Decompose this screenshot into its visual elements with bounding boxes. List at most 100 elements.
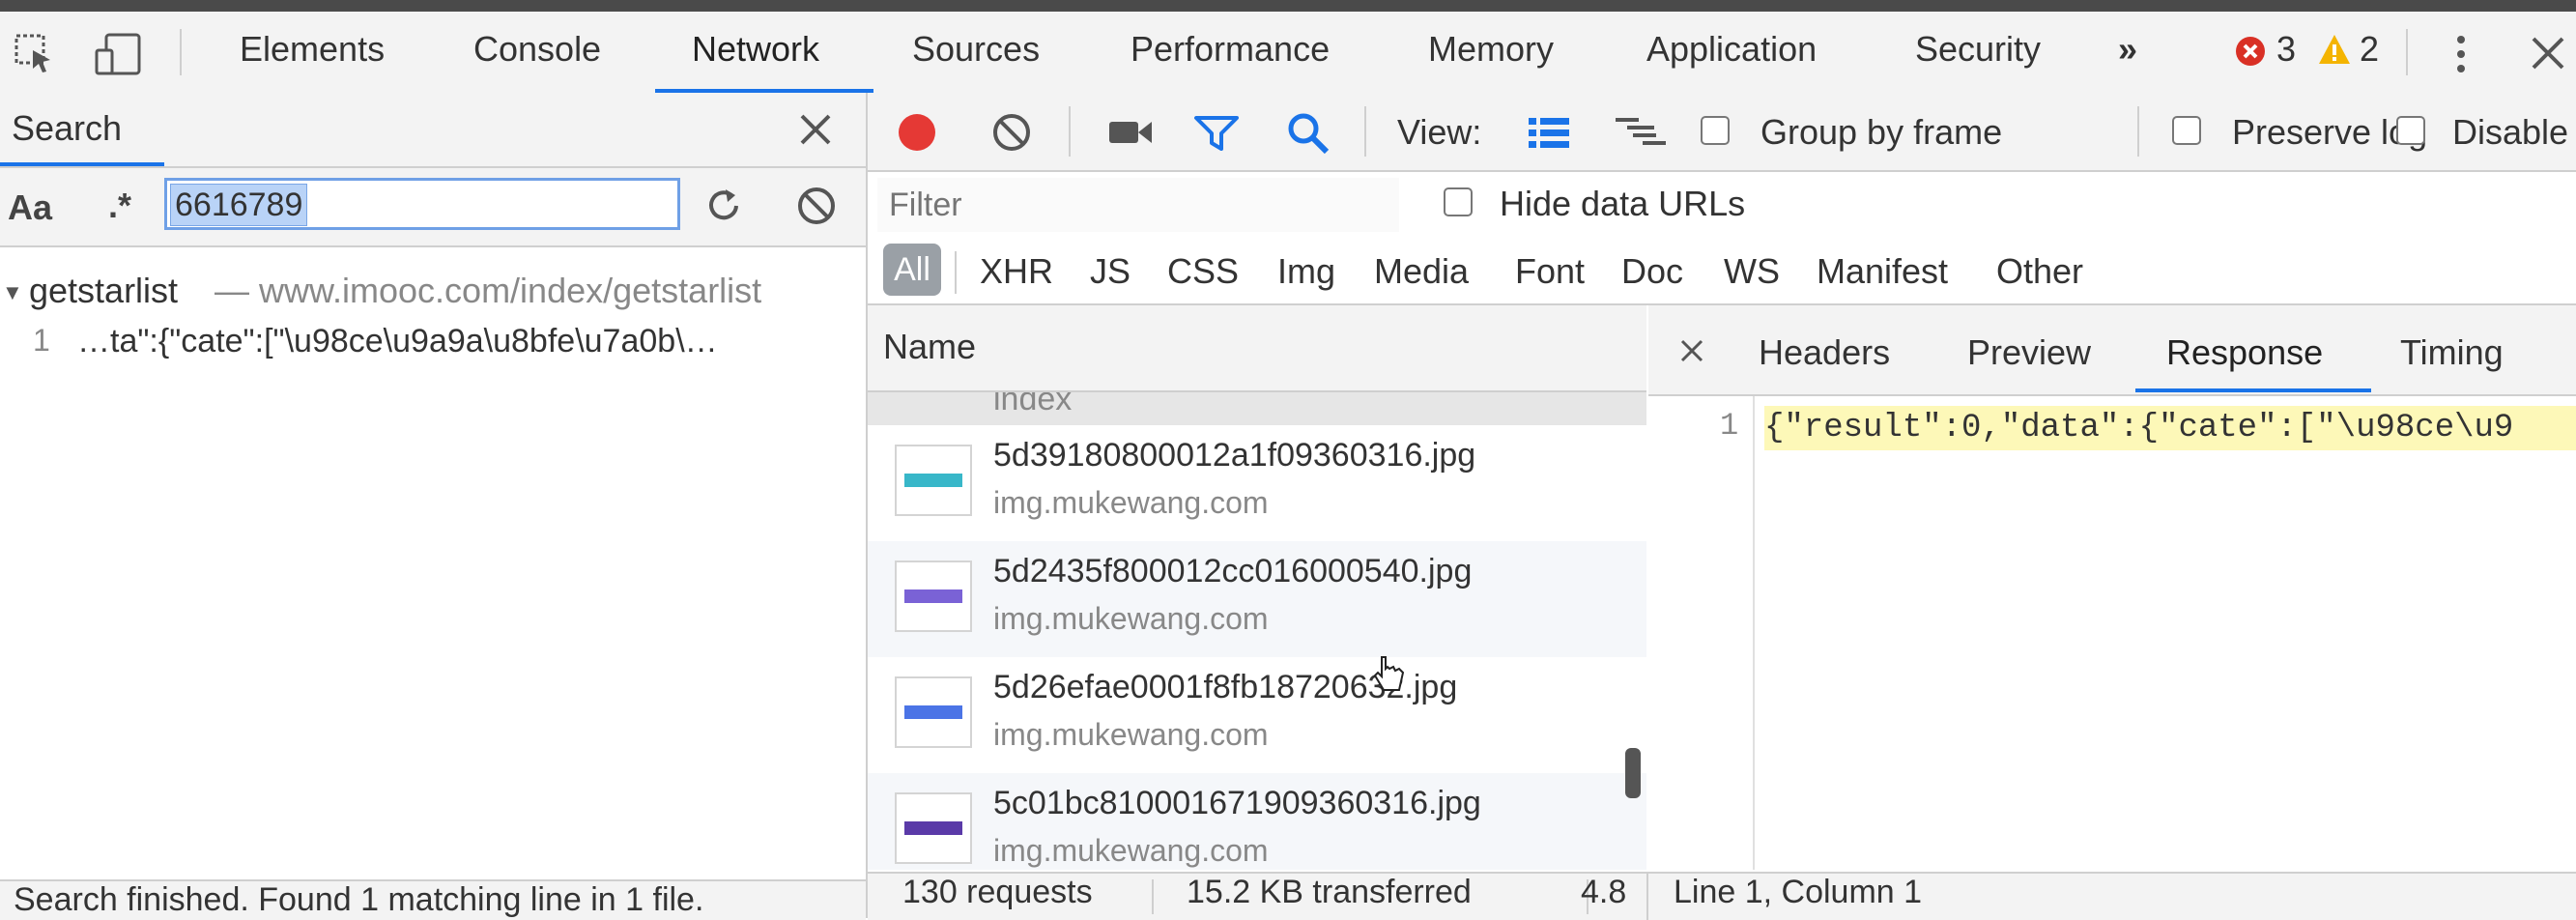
search-icon[interactable]: [1285, 110, 1331, 157]
view-label: View:: [1397, 112, 1482, 152]
tab-preview[interactable]: Preview: [1967, 332, 2091, 373]
result-file-name: getstarlist: [29, 271, 179, 310]
type-filter-all[interactable]: All: [883, 244, 941, 296]
search-status-bar: Search finished. Found 1 matching line i…: [0, 879, 866, 920]
request-row[interactable]: 5d39180800012a1f09360316.jpg img.mukewan…: [868, 425, 1646, 541]
tab-headers[interactable]: Headers: [1759, 332, 1890, 373]
match-case-toggle[interactable]: Aa: [8, 187, 52, 228]
devtools-main-toolbar: Elements Console Network Sources Perform…: [0, 12, 2576, 95]
thumb-swatch: [904, 821, 962, 835]
more-tabs-button[interactable]: »: [2118, 29, 2137, 70]
warning-count[interactable]: 2: [2360, 29, 2379, 70]
image-thumbnail: [895, 561, 972, 632]
request-count: 130 requests: [902, 874, 1093, 910]
image-thumbnail: [895, 676, 972, 748]
large-rows-icon[interactable]: [1527, 116, 1571, 149]
request-name: 5d2435f800012cc016000540.jpg: [993, 553, 1473, 589]
search-status-text: Search finished. Found 1 matching line i…: [14, 881, 704, 918]
tab-memory[interactable]: Memory: [1428, 29, 1554, 70]
waterfall-overview-icon[interactable]: [1614, 116, 1668, 149]
request-list-scrollbar[interactable]: [1625, 748, 1641, 798]
tab-timing[interactable]: Timing: [2400, 332, 2504, 373]
request-name: 5d39180800012a1f09360316.jpg: [993, 437, 1476, 474]
error-icon[interactable]: [2234, 35, 2267, 68]
line-number-gutter: 1: [1648, 396, 1755, 870]
disable-cache-checkbox[interactable]: [2396, 116, 2425, 145]
tab-response[interactable]: Response: [2166, 332, 2323, 373]
filter-row: Hide data URLs: [868, 172, 2576, 240]
filter-input[interactable]: [877, 178, 1399, 232]
tab-application[interactable]: Application: [1646, 29, 1817, 70]
tab-elements[interactable]: Elements: [240, 29, 385, 70]
type-filter-css[interactable]: CSS: [1167, 251, 1239, 292]
tab-sources[interactable]: Sources: [912, 29, 1040, 70]
finish-time: 4.8: [1581, 874, 1627, 910]
response-body[interactable]: [1648, 396, 2576, 870]
request-name: 5c01bc81000167190936031​6.jpg: [993, 785, 1481, 821]
warning-icon[interactable]: [2317, 33, 2352, 66]
network-toolbar: View: Group by frame Preserve log Disabl…: [868, 93, 2576, 172]
response-code-line[interactable]: {"result":0,"data":{"cate":["\u98ce\u9: [1764, 406, 2576, 450]
type-filter-font[interactable]: Font: [1515, 251, 1585, 292]
thumb-swatch: [904, 589, 962, 603]
hand-cursor-icon: [1373, 656, 1405, 691]
search-panel-header: Search: [0, 93, 866, 168]
more-options-icon[interactable]: [2454, 33, 2468, 75]
capture-screenshots-icon[interactable]: [1107, 116, 1156, 149]
request-list: index 5d39180800012a1f09360316.jpg img.m…: [868, 392, 1646, 870]
thumb-swatch: [904, 474, 962, 487]
response-tab-indicator: [2135, 388, 2371, 392]
type-filter-manifest[interactable]: Manifest: [1817, 251, 1948, 292]
regex-toggle[interactable]: .*: [108, 186, 131, 226]
result-line-number: 1: [33, 323, 50, 358]
inspect-element-icon[interactable]: [14, 33, 56, 75]
request-name: index: [993, 392, 1073, 417]
close-detail-icon[interactable]: [1679, 338, 1704, 363]
preserve-log-checkbox[interactable]: [2172, 116, 2201, 145]
type-filter-img[interactable]: Img: [1277, 251, 1335, 292]
hide-data-urls-label: Hide data URLs: [1500, 184, 1746, 223]
device-toolbar-icon[interactable]: [93, 31, 147, 77]
type-filter-other[interactable]: Other: [1996, 251, 2083, 292]
request-host: img.mukewang.com: [993, 833, 1269, 868]
search-tab-indicator: [0, 162, 164, 166]
network-status-bar: 130 requests 15.2 KB transferred 4.8 Lin…: [868, 872, 2576, 920]
name-column-header[interactable]: Name: [868, 305, 1646, 392]
type-filter-ws[interactable]: WS: [1724, 251, 1780, 292]
transferred-size: 15.2 KB transferred: [1187, 874, 1472, 910]
record-icon[interactable]: [895, 110, 939, 155]
expand-arrow-icon[interactable]: ▼: [2, 280, 23, 305]
type-filter-media[interactable]: Media: [1374, 251, 1469, 292]
type-filter-xhr[interactable]: XHR: [980, 251, 1053, 292]
result-file-url: — www.imooc.com/index/getstarlist: [215, 271, 762, 310]
group-by-frame-label: Group by frame: [1760, 112, 2003, 152]
type-filter-js[interactable]: JS: [1090, 251, 1131, 292]
refresh-search-icon[interactable]: [701, 184, 746, 228]
request-row[interactable]: 5d26efae0001f8fb18720632.jpg img.mukewan…: [868, 657, 1646, 773]
tab-network[interactable]: Network: [692, 29, 819, 70]
request-row[interactable]: 5d2435f800012cc016000540.jpg img.mukewan…: [868, 541, 1646, 657]
request-host: img.mukewang.com: [993, 485, 1269, 520]
tab-console[interactable]: Console: [473, 29, 601, 70]
name-header-label: Name: [883, 327, 977, 366]
request-row[interactable]: 5c01bc81000167190936031​6.jpg img.mukewa…: [868, 773, 1646, 870]
close-devtools-icon[interactable]: [2530, 37, 2568, 72]
search-result-line[interactable]: 1 …ta":{"cate":["\u98ce\u9a9a\u8bfe\u7a0…: [0, 319, 866, 365]
group-by-frame-checkbox[interactable]: [1701, 116, 1730, 145]
filter-icon[interactable]: [1192, 114, 1241, 153]
clear-search-icon[interactable]: [794, 184, 839, 228]
clear-log-icon[interactable]: [989, 110, 1034, 155]
search-query-text[interactable]: 6616789: [170, 184, 308, 226]
tab-security[interactable]: Security: [1915, 29, 2041, 70]
search-result-file[interactable]: ▼ getstarlist — www.imooc.com/index/gets…: [0, 267, 866, 315]
request-row-partial[interactable]: index: [868, 392, 1646, 425]
hide-data-urls-checkbox[interactable]: [1444, 187, 1473, 216]
image-thumbnail: [895, 792, 972, 864]
image-thumbnail: [895, 445, 972, 516]
disable-cache-label: Disable: [2452, 112, 2569, 152]
request-detail-tabs: Headers Preview Response Timing: [1648, 305, 2576, 396]
type-filter-doc[interactable]: Doc: [1621, 251, 1683, 292]
tab-performance[interactable]: Performance: [1131, 29, 1330, 70]
error-count[interactable]: 3: [2276, 29, 2296, 70]
close-search-icon[interactable]: [798, 112, 833, 147]
